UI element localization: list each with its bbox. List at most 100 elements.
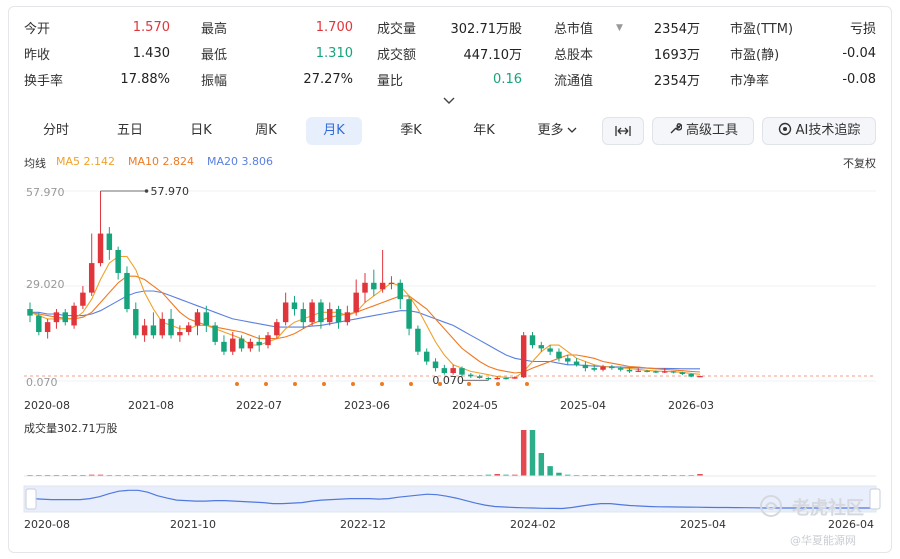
- candle-body[interactable]: [582, 364, 589, 369]
- event-marker[interactable]: [525, 382, 529, 386]
- candle-body[interactable]: [529, 335, 536, 346]
- event-marker[interactable]: [467, 382, 471, 386]
- candle-body[interactable]: [88, 263, 95, 293]
- candle-body[interactable]: [635, 370, 642, 372]
- candle-body[interactable]: [36, 315, 42, 333]
- candle-body[interactable]: [344, 312, 351, 323]
- candle-body[interactable]: [177, 332, 183, 336]
- candle-body[interactable]: [520, 335, 527, 378]
- candle-body[interactable]: [150, 325, 157, 336]
- candle-body[interactable]: [159, 318, 165, 336]
- candle-body[interactable]: [247, 341, 254, 349]
- event-marker[interactable]: [409, 382, 413, 386]
- candle-body[interactable]: [432, 361, 439, 369]
- candle-body[interactable]: [600, 366, 606, 370]
- candle-body[interactable]: [62, 312, 68, 323]
- candle-body[interactable]: [327, 309, 333, 323]
- candle-body[interactable]: [547, 348, 553, 352]
- candle-body[interactable]: [556, 351, 562, 359]
- event-marker[interactable]: [235, 382, 239, 386]
- event-marker[interactable]: [322, 382, 326, 386]
- candle-body[interactable]: [397, 282, 403, 300]
- candle-body[interactable]: [194, 312, 201, 326]
- candle-body[interactable]: [441, 368, 448, 374]
- candle-body[interactable]: [573, 361, 580, 365]
- x-tick-label: 2024-05: [452, 399, 498, 412]
- candle-body[interactable]: [423, 351, 430, 362]
- candle-body[interactable]: [670, 371, 677, 373]
- candle-body[interactable]: [450, 368, 456, 374]
- kline-chart[interactable]: 57.970 29.020 0.070 57.970 0.070 2020-08 2021-…: [0, 0, 900, 559]
- candle-body[interactable]: [203, 312, 210, 326]
- candle-body[interactable]: [282, 302, 289, 323]
- candle-body[interactable]: [80, 292, 86, 306]
- candle-body[interactable]: [97, 233, 104, 264]
- y-tick-label: 57.970: [26, 186, 65, 199]
- candle-body[interactable]: [485, 377, 492, 380]
- candle-body[interactable]: [185, 325, 192, 333]
- candle-body[interactable]: [309, 302, 315, 323]
- candle-body[interactable]: [371, 282, 377, 290]
- candle-body[interactable]: [318, 302, 324, 323]
- candle-body[interactable]: [415, 328, 421, 352]
- navigator-tick-label: 2020-08: [24, 518, 70, 531]
- candle-body[interactable]: [106, 233, 113, 250]
- candle-body[interactable]: [44, 322, 51, 333]
- event-marker[interactable]: [351, 382, 355, 386]
- candle-body[interactable]: [662, 371, 668, 373]
- x-tick-label: 2026-03: [668, 399, 714, 412]
- candle-body[interactable]: [353, 292, 359, 313]
- candle-body[interactable]: [697, 376, 703, 378]
- candle-body[interactable]: [379, 282, 386, 290]
- navigator-handle[interactable]: [869, 488, 881, 510]
- x-tick-label: 2020-08: [24, 399, 70, 412]
- candle-body[interactable]: [476, 376, 483, 378]
- candle-body[interactable]: [609, 366, 615, 369]
- navigator-tick-label: 2021-10: [170, 518, 216, 531]
- candle-body[interactable]: [494, 377, 500, 380]
- candle-body[interactable]: [291, 302, 298, 310]
- candle-body[interactable]: [265, 335, 271, 346]
- candle-body[interactable]: [653, 371, 659, 373]
- candle-body[interactable]: [115, 249, 121, 273]
- candle-body[interactable]: [300, 309, 307, 323]
- candle-body[interactable]: [53, 312, 60, 323]
- candle-body[interactable]: [335, 309, 342, 323]
- candle-body[interactable]: [626, 369, 633, 372]
- candle-body[interactable]: [124, 272, 130, 310]
- candle-body[interactable]: [688, 374, 694, 377]
- candle-body[interactable]: [141, 325, 148, 336]
- candle-body[interactable]: [468, 374, 474, 377]
- candle-body[interactable]: [274, 322, 280, 336]
- candle-body[interactable]: [644, 370, 650, 372]
- candle-body[interactable]: [591, 368, 597, 370]
- navigator-handle[interactable]: [25, 488, 37, 510]
- candle-body[interactable]: [230, 338, 236, 352]
- candle-body[interactable]: [27, 309, 33, 316]
- candle-body[interactable]: [512, 377, 518, 379]
- candle-body[interactable]: [168, 318, 174, 336]
- candle-body[interactable]: [538, 345, 545, 349]
- y-tick-label: 29.020: [26, 278, 65, 291]
- candle-body[interactable]: [238, 338, 245, 349]
- high-marker-label: 57.970: [151, 185, 190, 198]
- candle-body[interactable]: [617, 368, 624, 370]
- event-marker[interactable]: [438, 382, 442, 386]
- candle-body[interactable]: [133, 309, 139, 336]
- candle-body[interactable]: [256, 341, 262, 346]
- volume-bar: [547, 466, 553, 476]
- watermark-source: @华夏能源网: [790, 534, 856, 547]
- candle-body[interactable]: [565, 358, 571, 362]
- candle-body[interactable]: [406, 299, 412, 329]
- event-marker[interactable]: [264, 382, 268, 386]
- candle-body[interactable]: [221, 341, 227, 352]
- event-marker[interactable]: [380, 382, 384, 386]
- candle-body[interactable]: [362, 282, 368, 293]
- candle-body[interactable]: [679, 372, 686, 375]
- candle-body[interactable]: [503, 377, 509, 380]
- event-marker[interactable]: [293, 382, 297, 386]
- candle-body[interactable]: [71, 305, 77, 326]
- candle-body[interactable]: [212, 325, 218, 342]
- candle-body[interactable]: [388, 282, 395, 284]
- event-marker[interactable]: [496, 382, 500, 386]
